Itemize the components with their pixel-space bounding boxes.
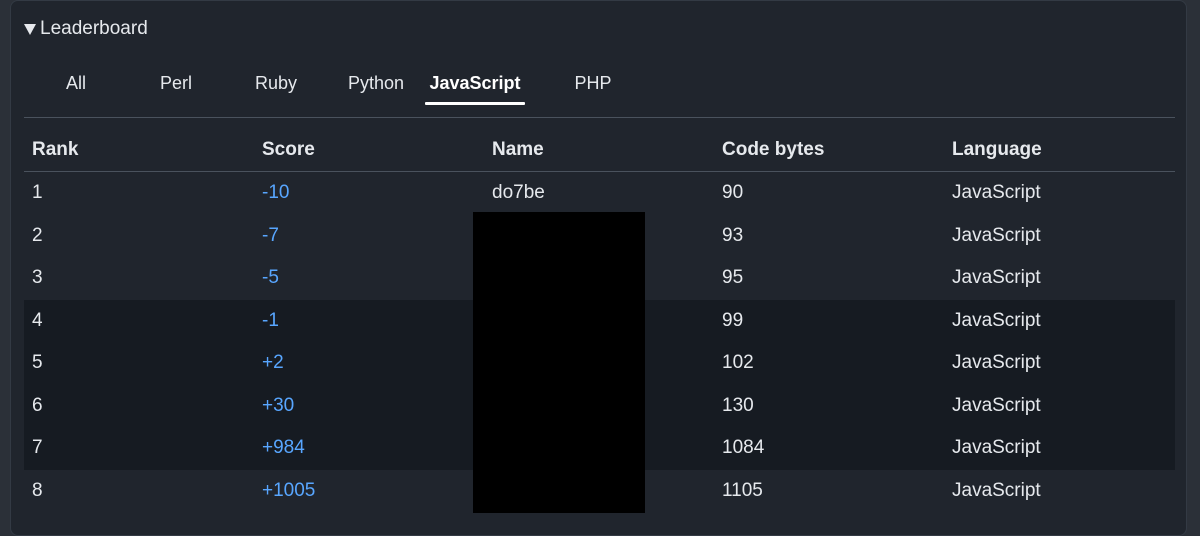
leaderboard-title: Leaderboard [40,18,148,39]
language-cell: JavaScript [952,267,1041,289]
rank-cell: 4 [24,299,254,342]
code-bytes-cell: 93 [722,224,744,246]
tab-python[interactable]: Python [336,63,416,103]
language-cell: JavaScript [944,342,1175,385]
rank-cell: 3 [32,267,43,289]
score-link[interactable]: -1 [254,299,484,342]
redaction-box [473,212,645,513]
language-cell: JavaScript [952,224,1041,246]
score-link[interactable]: +2 [254,342,484,385]
code-bytes-cell: 102 [714,342,944,385]
table-header-row: Rank Score Name Code bytes Language [24,129,1175,172]
rank-cell: 1 [32,182,43,204]
active-tab-underline [425,102,525,105]
rank-cell: 7 [24,427,254,470]
language-cell: JavaScript [944,427,1175,470]
tab-ruby[interactable]: Ruby [246,63,306,103]
language-cell: JavaScript [944,299,1175,342]
language-cell: JavaScript [952,479,1041,501]
score-link[interactable]: +984 [254,427,484,470]
name-cell: do7be [492,182,545,204]
language-cell: JavaScript [944,384,1175,427]
column-header-language: Language [944,129,1175,172]
tabs-divider [24,117,1175,118]
rank-cell: 8 [32,479,43,501]
language-tabs: All Perl Ruby Python JavaScript PHP [24,63,1175,107]
code-bytes-cell: 99 [714,299,944,342]
rank-cell: 2 [32,224,43,246]
score-link[interactable]: -5 [254,257,484,300]
score-link[interactable]: +30 [254,384,484,427]
score-link[interactable]: +1005 [254,470,484,513]
code-bytes-cell: 1105 [722,479,763,501]
disclosure-triangle-icon [24,24,36,35]
leaderboard-toggle[interactable]: Leaderboard [24,17,148,41]
rank-cell: 6 [24,384,254,427]
tab-perl[interactable]: Perl [146,63,206,103]
code-bytes-cell: 95 [722,267,744,289]
rank-cell: 5 [24,342,254,385]
score-link[interactable]: -7 [254,215,484,258]
language-cell: JavaScript [952,182,1041,204]
column-header-rank: Rank [24,129,254,172]
code-bytes-cell: 130 [714,384,944,427]
tab-all[interactable]: All [46,63,106,103]
tab-php[interactable]: PHP [563,63,623,103]
column-header-score: Score [254,129,484,172]
tab-javascript-label: JavaScript [429,73,521,93]
score-link[interactable]: -10 [254,172,484,215]
tab-javascript[interactable]: JavaScript [425,63,525,105]
column-header-code-bytes: Code bytes [714,129,944,172]
code-bytes-cell: 90 [722,182,744,204]
table-row: 1 -10 do7be 90 JavaScript [24,172,1175,215]
code-bytes-cell: 1084 [714,427,944,470]
column-header-name: Name [484,129,714,172]
